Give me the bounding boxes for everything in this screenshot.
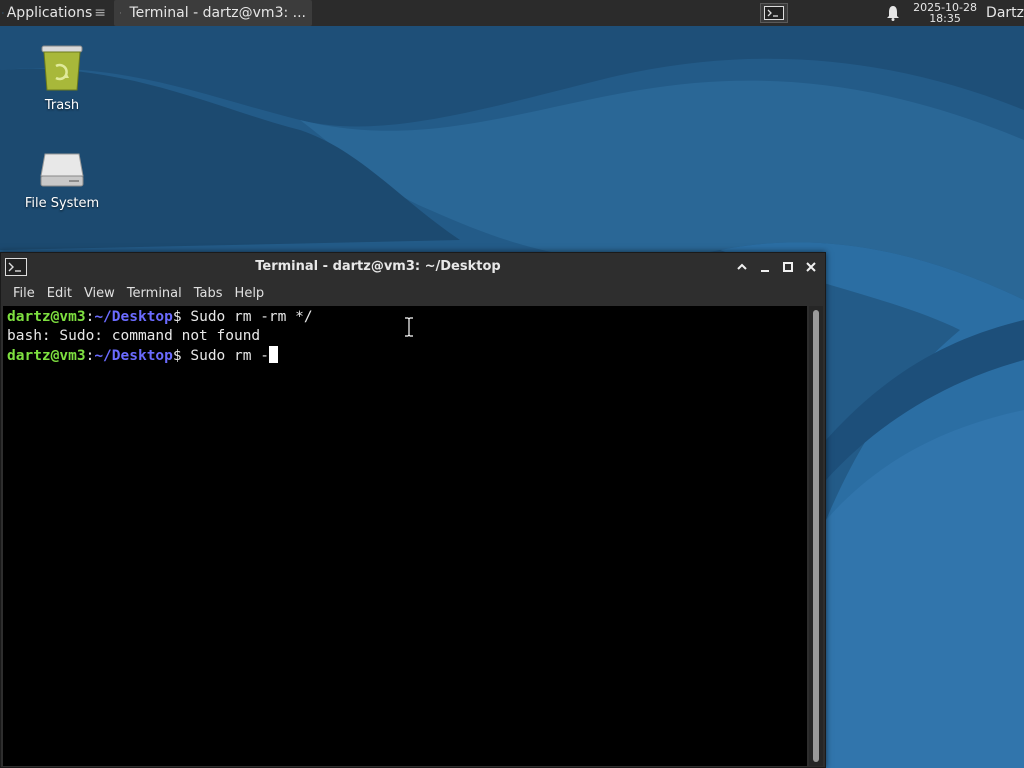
prompt-path: ~/Desktop bbox=[94, 348, 173, 364]
menu-separator-icon: ≡ bbox=[94, 5, 106, 21]
terminal-icon bbox=[120, 12, 122, 14]
drive-icon bbox=[40, 153, 84, 187]
terminal-scrollbar[interactable] bbox=[809, 306, 823, 766]
command-input[interactable]: Sudo rm - bbox=[190, 348, 269, 364]
mouse-ibeam-cursor-icon bbox=[405, 317, 413, 337]
desktop-icon-label: File System bbox=[24, 196, 100, 211]
terminal-line: dartz@vm3:~/Desktop$ Sudo rm - bbox=[7, 346, 807, 366]
chevron-up-icon bbox=[737, 263, 747, 270]
prompt-user: dartz@vm3 bbox=[7, 309, 86, 325]
terminal-launcher-button[interactable] bbox=[760, 3, 789, 23]
panel-clock[interactable]: 2025-10-28 18:35 bbox=[910, 2, 980, 24]
scrollbar-thumb[interactable] bbox=[813, 310, 819, 762]
trash-icon bbox=[41, 45, 83, 91]
user-menu-button[interactable]: Dartz bbox=[986, 5, 1024, 21]
clock-time: 18:35 bbox=[929, 12, 961, 25]
desktop-icon-file-system[interactable]: File System bbox=[12, 150, 112, 211]
terminal-icon bbox=[764, 6, 785, 20]
menu-terminal[interactable]: Terminal bbox=[127, 286, 182, 301]
terminal-output[interactable]: dartz@vm3:~/Desktop$ Sudo rm -rm */bash:… bbox=[3, 306, 807, 766]
top-panel: Applications ≡ Terminal - dartz@vm3: ...… bbox=[0, 0, 1024, 26]
maximize-button[interactable] bbox=[780, 259, 796, 275]
applications-label: Applications bbox=[6, 5, 93, 21]
shade-button[interactable] bbox=[734, 259, 750, 275]
prompt-path: ~/Desktop bbox=[94, 309, 173, 325]
close-icon bbox=[806, 262, 816, 272]
minimize-button[interactable] bbox=[757, 259, 773, 275]
output-text: bash: Sudo: command not found bbox=[7, 328, 261, 344]
prompt-user: dartz@vm3 bbox=[7, 348, 86, 364]
taskbar-terminal-button[interactable]: Terminal - dartz@vm3: ... bbox=[114, 0, 312, 26]
menu-bar: File Edit View Terminal Tabs Help bbox=[1, 281, 825, 305]
menu-file[interactable]: File bbox=[13, 286, 35, 301]
close-button[interactable] bbox=[803, 259, 819, 275]
minimize-icon bbox=[761, 270, 769, 272]
menu-view[interactable]: View bbox=[84, 286, 115, 301]
applications-menu-button[interactable]: Applications ≡ bbox=[0, 0, 110, 26]
maximize-icon bbox=[783, 262, 793, 272]
desktop-icon-label: Trash bbox=[44, 98, 80, 113]
menu-edit[interactable]: Edit bbox=[47, 286, 72, 301]
text-cursor bbox=[268, 346, 278, 363]
window-titlebar[interactable]: Terminal - dartz@vm3: ~/Desktop bbox=[1, 253, 825, 281]
command-text: Sudo rm -rm */ bbox=[190, 309, 313, 325]
taskbar-window-title: Terminal - dartz@vm3: ... bbox=[129, 5, 306, 21]
notification-bell-icon[interactable] bbox=[886, 5, 900, 21]
xfce-logo-icon bbox=[2, 12, 4, 14]
window-title: Terminal - dartz@vm3: ~/Desktop bbox=[255, 259, 501, 274]
desktop-icon-trash[interactable]: Trash bbox=[12, 44, 112, 113]
menu-help[interactable]: Help bbox=[235, 286, 265, 301]
menu-tabs[interactable]: Tabs bbox=[194, 286, 223, 301]
